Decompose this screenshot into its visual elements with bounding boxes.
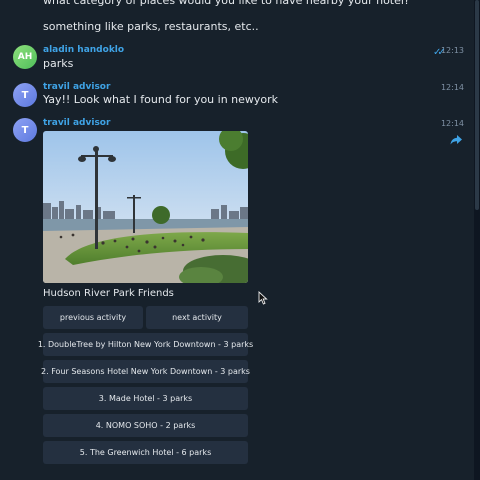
message-text: parks [43, 57, 74, 70]
message-text: something like parks, restaurants, etc.. [43, 20, 259, 33]
previous-activity-button[interactable]: previous activity [43, 306, 143, 329]
sender-name[interactable]: aladin handoklo [43, 45, 124, 55]
chat-area: what category of places would you like t… [0, 0, 474, 480]
mouse-cursor-icon [258, 291, 268, 305]
activity-title: Hudson River Park Friends [43, 288, 174, 299]
avatar[interactable]: AH [13, 45, 37, 69]
hotel-button-5[interactable]: 5. The Greenwich Hotel - 6 parks [43, 441, 248, 464]
message-text-cut: what category of places would you like t… [43, 0, 410, 7]
message-time: 12:14 [440, 83, 464, 92]
hotel-button-2[interactable]: 2. Four Seasons Hotel New York Downtown … [41, 360, 250, 383]
double-check-icon: ✓✓ [433, 47, 446, 58]
scrollbar-thumb[interactable] [475, 0, 479, 210]
message-text: Yay!! Look what I found for you in newyo… [43, 93, 279, 106]
share-arrow-icon[interactable] [450, 134, 462, 146]
next-activity-button[interactable]: next activity [146, 306, 248, 329]
hotel-button-3[interactable]: 3. Made Hotel - 3 parks [43, 387, 248, 410]
avatar[interactable]: T [13, 83, 37, 107]
avatar[interactable]: T [13, 118, 37, 142]
message-time: 12:13 [440, 46, 464, 55]
sender-name[interactable]: travil advisor [43, 82, 110, 92]
park-photo[interactable] [43, 131, 248, 283]
chat-scrollbar[interactable] [474, 0, 480, 480]
sender-name[interactable]: travil advisor [43, 118, 110, 128]
hotel-button-4[interactable]: 4. NOMO SOHO - 2 parks [43, 414, 248, 437]
message-time: 12:14 [440, 119, 464, 128]
hotel-button-1[interactable]: 1. DoubleTree by Hilton New York Downtow… [38, 333, 253, 356]
